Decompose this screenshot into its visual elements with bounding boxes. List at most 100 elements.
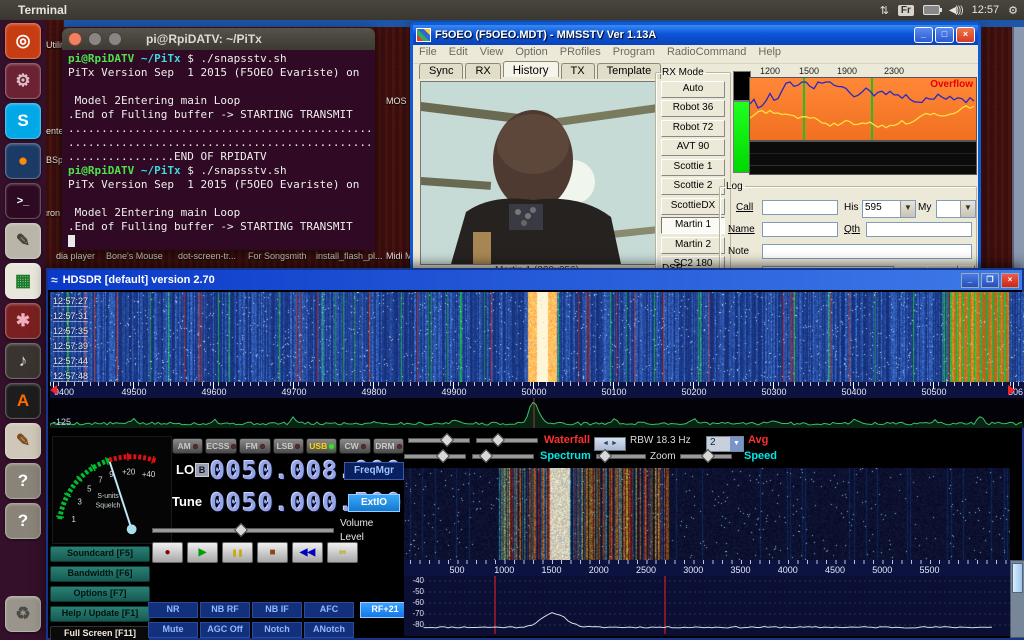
rx-mode-martin-1[interactable]: Martin 1 xyxy=(661,217,725,234)
rx-mode-scottiedx[interactable]: ScottieDX xyxy=(661,198,725,215)
close-icon[interactable] xyxy=(68,32,82,46)
mode-lsb[interactable]: LSB xyxy=(273,438,304,454)
menu-item-program[interactable]: Program xyxy=(613,46,655,62)
button-bandwidth-f6-[interactable]: Bandwidth [F6] xyxy=(50,566,150,582)
rx-mode-scottie-1[interactable]: Scottie 1 xyxy=(661,159,725,176)
chevron-down-icon[interactable]: ▼ xyxy=(900,201,915,217)
rf-spectrum[interactable]: -125 xyxy=(50,398,1024,428)
mmsstv-titlebar[interactable]: F5OEO (F5OEO.MDT) - MMSSTV Ver 1.13A _ □… xyxy=(413,25,978,45)
mode-drm[interactable]: DRM xyxy=(373,438,404,454)
chevron-down-icon[interactable]: ▼ xyxy=(730,437,743,451)
launcher-utility-icon[interactable]: ⚙ xyxy=(5,63,41,99)
maximize-icon[interactable] xyxy=(108,32,122,46)
rx-mode-scottie-2[interactable]: Scottie 2 xyxy=(661,178,725,195)
launcher-text-editor-icon[interactable]: ✎ xyxy=(5,223,41,259)
tab-sync[interactable]: Sync xyxy=(419,63,463,79)
button-soundcard-f5-[interactable]: Soundcard [F5] xyxy=(50,546,150,562)
button-nr[interactable]: NR xyxy=(148,602,198,618)
extio-button[interactable]: ExtIO xyxy=(348,494,400,512)
button-nb-if[interactable]: NB IF xyxy=(252,602,302,618)
spectrum-lower-slider[interactable] xyxy=(472,450,534,461)
close-icon[interactable]: × xyxy=(956,27,975,43)
audio-spectrum[interactable]: -40-50-60-70-80 xyxy=(404,576,1010,636)
tab-template[interactable]: Template xyxy=(597,63,662,79)
button-mute[interactable]: Mute xyxy=(148,622,198,638)
play-button[interactable]: ▶ xyxy=(187,542,218,563)
button-rf-gain[interactable]: RF+21 xyxy=(360,602,410,618)
launcher-help-2-icon[interactable]: ? xyxy=(5,503,41,539)
launcher-media-player-icon[interactable]: ✱ xyxy=(5,303,41,339)
minimize-icon[interactable]: _ xyxy=(914,27,933,43)
rx-mode-auto[interactable]: Auto xyxy=(661,81,725,98)
volume-icon[interactable]: ◀))) xyxy=(949,5,963,16)
maximize-icon[interactable]: ❐ xyxy=(981,273,999,288)
rx-mode-martin-2[interactable]: Martin 2 xyxy=(661,237,725,254)
launcher-music-player-icon[interactable]: ♪ xyxy=(5,343,41,379)
mode-am[interactable]: AM xyxy=(172,438,203,454)
zoom-slider-left[interactable] xyxy=(596,450,646,461)
launcher-audacity-icon[interactable]: A xyxy=(5,383,41,419)
close-icon[interactable]: × xyxy=(1001,273,1019,288)
clock[interactable]: 12:57 xyxy=(972,4,1000,16)
button-help-update-f1-[interactable]: Help / Update [F1] xyxy=(50,606,150,622)
menu-item-edit[interactable]: Edit xyxy=(449,46,468,62)
qth-field[interactable] xyxy=(866,222,972,237)
speed-slider[interactable] xyxy=(680,450,732,461)
rbw-arrows[interactable]: ◄ ► xyxy=(594,437,626,451)
terminal-titlebar[interactable]: pi@RpiDATV: ~/PiTx xyxy=(62,28,375,50)
button-full-screen-f11-[interactable]: Full Screen [F11] xyxy=(50,626,150,640)
rx-mode-robot-72[interactable]: Robot 72 xyxy=(661,120,725,137)
launcher-help-1-icon[interactable]: ? xyxy=(5,463,41,499)
session-gear-icon[interactable]: ⚙ xyxy=(1008,4,1018,17)
stop-button[interactable]: ■ xyxy=(257,542,288,563)
mode-ecss[interactable]: ECSS xyxy=(205,438,237,454)
my-combo[interactable]: ▼ xyxy=(936,200,976,218)
launcher-skype-icon[interactable]: S xyxy=(5,103,41,139)
menu-item-view[interactable]: View xyxy=(480,46,504,62)
launcher-trash-icon[interactable]: ♻ xyxy=(5,596,41,632)
spectrum-upper-slider[interactable] xyxy=(404,450,466,461)
minimize-icon[interactable]: _ xyxy=(961,273,979,288)
button-nb-rf[interactable]: NB RF xyxy=(200,602,250,618)
button-agc-off[interactable]: AGC Off xyxy=(200,622,250,638)
button-notch[interactable]: Notch xyxy=(252,622,302,638)
launcher-libreoffice-calc-icon[interactable]: ▦ xyxy=(5,263,41,299)
button-anotch[interactable]: ANotch xyxy=(304,622,354,638)
audio-waterfall[interactable] xyxy=(404,468,1010,560)
button-afc[interactable]: AFC xyxy=(304,602,354,618)
pause-button[interactable]: ❚❚ xyxy=(222,542,253,563)
mode-cw[interactable]: CW xyxy=(339,438,370,454)
launcher-dash-icon[interactable]: ◎ xyxy=(5,23,41,59)
hdsdr-titlebar[interactable]: ≈ HDSDR [default] version 2.70 _ ❐ × xyxy=(48,270,1022,290)
loop-button[interactable]: ∞ xyxy=(327,542,358,563)
maximize-icon[interactable]: □ xyxy=(935,27,954,43)
waterfall-lower-slider[interactable] xyxy=(476,434,538,445)
rx-mode-avt-90[interactable]: AVT 90 xyxy=(661,139,725,156)
name-field[interactable] xyxy=(762,222,838,237)
audio-frequency-scale[interactable]: 5001000150020002500300035004000450050005… xyxy=(404,560,1010,576)
button-options-f7-[interactable]: Options [F7] xyxy=(50,586,150,602)
menu-item-help[interactable]: Help xyxy=(758,46,781,62)
launcher-firefox-icon[interactable]: ● xyxy=(5,143,41,179)
rf-waterfall[interactable] xyxy=(50,292,1024,382)
lo-b-badge[interactable]: B xyxy=(195,463,209,477)
tab-rx[interactable]: RX xyxy=(465,63,500,79)
battery-icon[interactable] xyxy=(923,5,940,15)
waterfall-upper-slider[interactable] xyxy=(408,434,470,445)
mode-usb[interactable]: USB xyxy=(306,438,337,454)
keyboard-layout-indicator[interactable]: Fr xyxy=(898,5,914,16)
launcher-tools-icon[interactable]: ✎ xyxy=(5,423,41,459)
terminal-content[interactable]: pi@RpiDATV ~/PiTx $ ./snapsstv.shPiTx Ve… xyxy=(62,50,375,250)
rewind-button[interactable]: ◀◀ xyxy=(292,542,323,563)
call-field[interactable] xyxy=(762,200,838,215)
network-arrows-icon[interactable]: ⇅ xyxy=(880,4,889,17)
sstv-spectrum-display[interactable]: Overflow xyxy=(749,77,977,141)
menu-item-option[interactable]: Option xyxy=(515,46,547,62)
tune-slider[interactable] xyxy=(152,524,334,535)
rx-mode-robot-36[interactable]: Robot 36 xyxy=(661,100,725,117)
menu-item-profiles[interactable]: PRofiles xyxy=(560,46,601,62)
menu-item-file[interactable]: File xyxy=(419,46,437,62)
launcher-terminal-icon[interactable]: >_ xyxy=(5,183,41,219)
tab-tx[interactable]: TX xyxy=(561,63,595,79)
freqmgr-button[interactable]: FreqMgr xyxy=(344,462,404,480)
